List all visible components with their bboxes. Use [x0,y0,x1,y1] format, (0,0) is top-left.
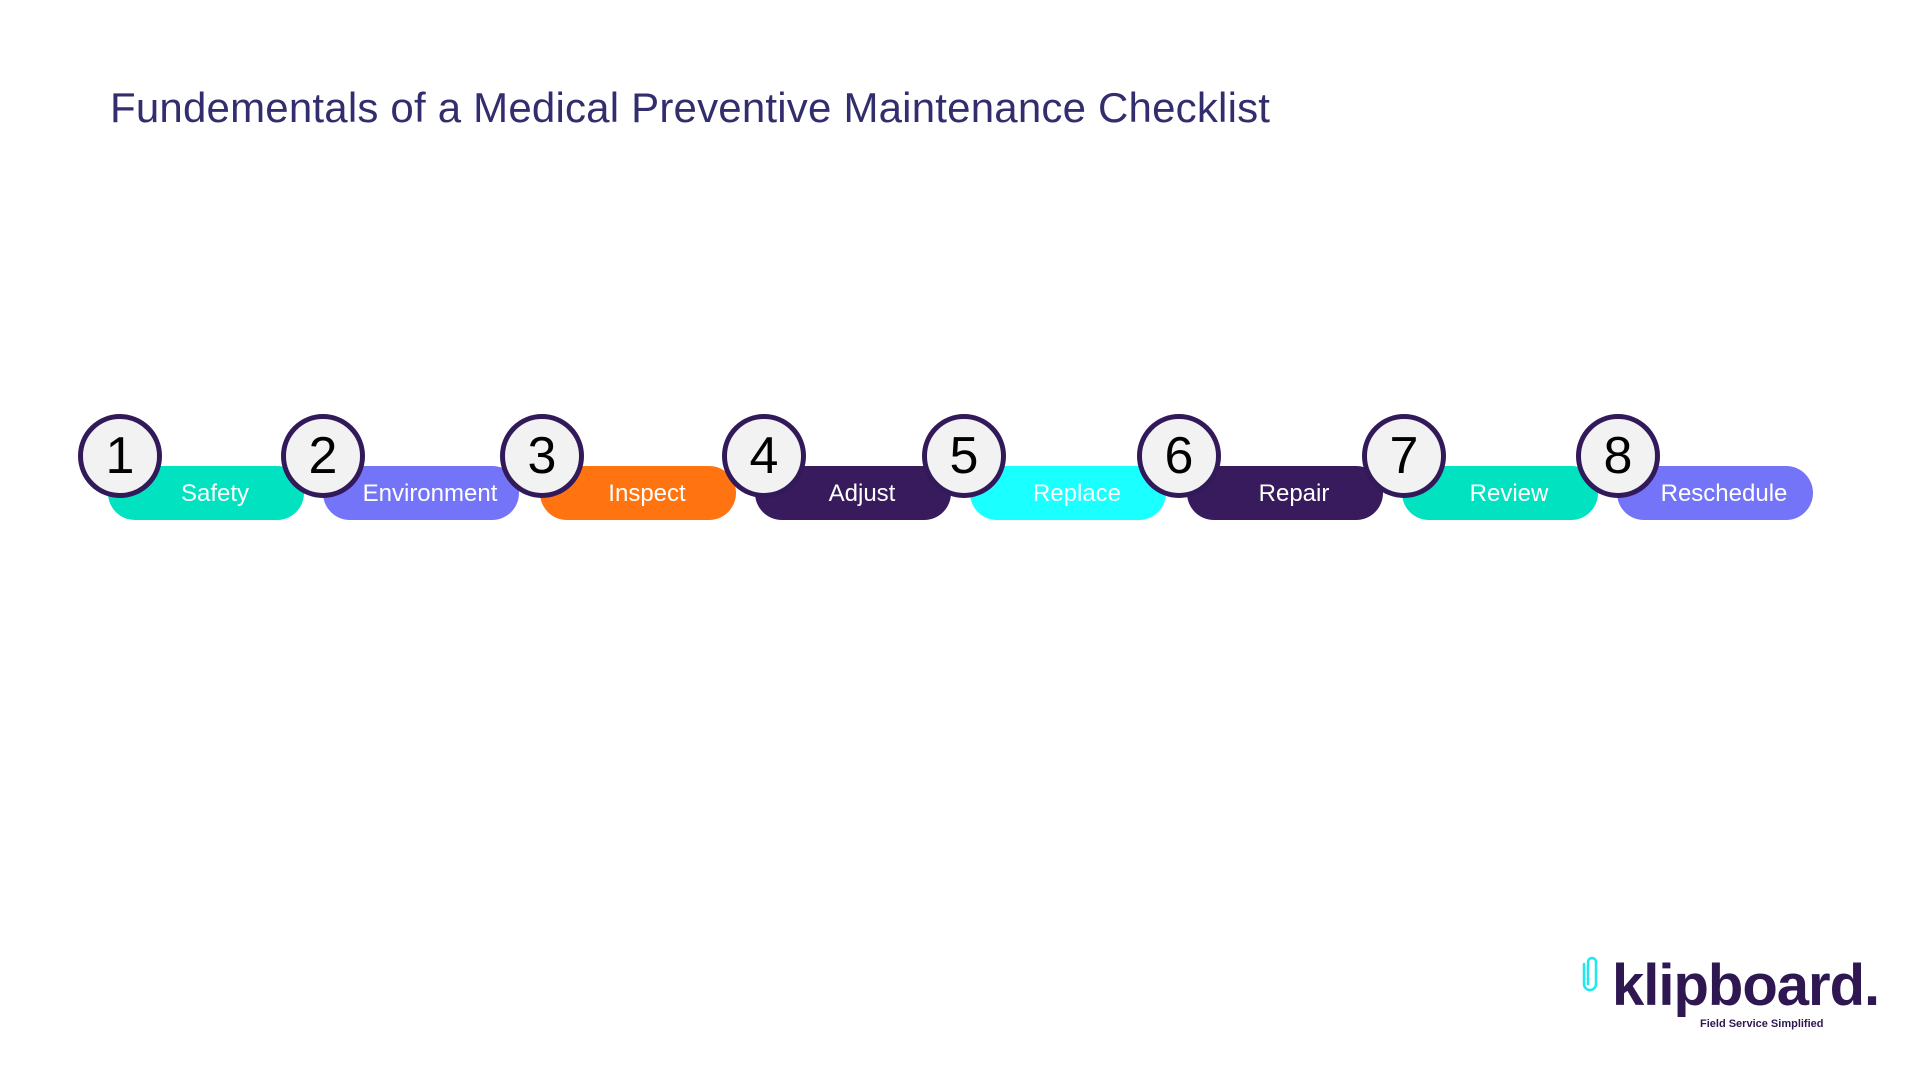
klipboard-logo: klipboard. Field Service Simplified [1580,952,1880,1037]
step-number-badge: 1 [78,414,162,498]
brand-tagline: Field Service Simplified [1700,1018,1824,1030]
step-number-badge: 2 [281,414,365,498]
step-number-badge: 5 [922,414,1006,498]
step-number-badge: 8 [1576,414,1660,498]
brand-name: klipboard. [1612,953,1880,1018]
step-number-badge: 3 [500,414,584,498]
step-number-badge: 6 [1137,414,1221,498]
page-title: Fundementals of a Medical Preventive Mai… [110,84,1271,131]
step-number-badge: 7 [1362,414,1446,498]
step-number-badge: 4 [722,414,806,498]
paperclip-icon [1582,956,1598,992]
